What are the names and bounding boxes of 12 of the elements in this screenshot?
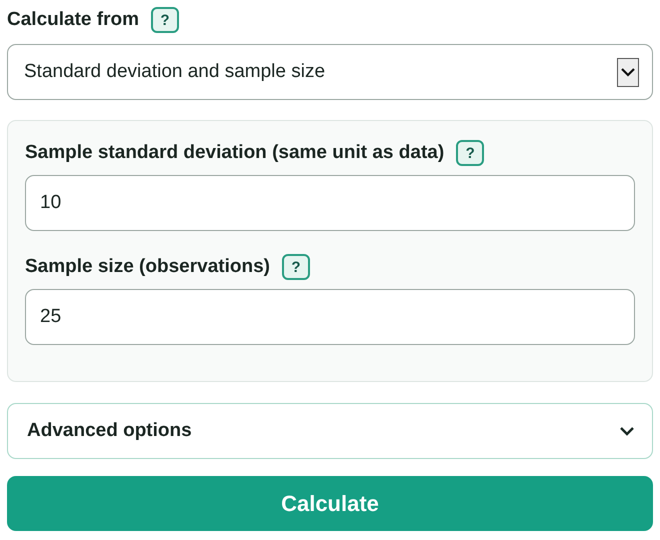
field-label: Calculate from [7,9,139,31]
help-button[interactable]: ? [456,140,484,166]
input-field[interactable]: 25 [25,289,635,345]
help-button[interactable]: ? [282,254,310,280]
dropdown-field[interactable]: Standard deviation and sample size [7,44,653,100]
help-button[interactable]: ? [150,7,179,33]
chevron-icon [620,426,634,436]
dropdown-value: Standard deviation and sample size [24,61,326,83]
advanced-options-toggle[interactable]: Advanced options [7,403,653,459]
input-field[interactable]: 10 [25,175,635,231]
field-label: Sample standard deviation (same unit as data) [25,142,444,164]
field-label: Sample size (observations) [25,256,270,278]
